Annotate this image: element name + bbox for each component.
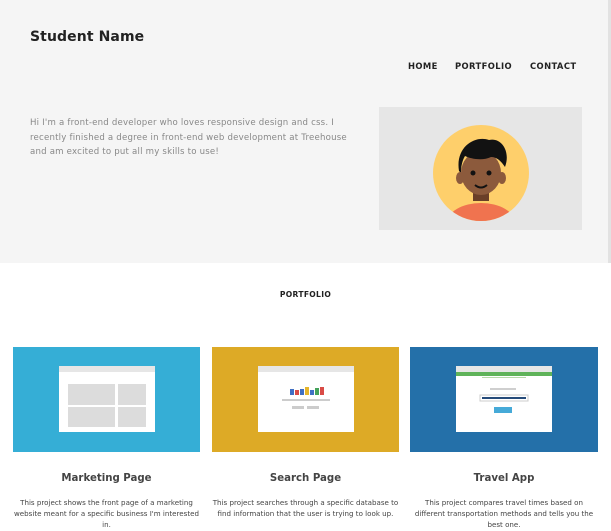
avatar-left-eye bbox=[470, 170, 476, 176]
main-nav: HOME PORTFOLIO CONTACT bbox=[0, 61, 611, 75]
nav-home-link[interactable]: HOME bbox=[408, 61, 438, 71]
site-title: Student Name bbox=[30, 29, 145, 45]
marketing-mockup bbox=[59, 366, 155, 432]
project-thumb-search[interactable] bbox=[212, 347, 399, 452]
project-title-travel[interactable]: Travel App bbox=[410, 473, 598, 484]
intro-text: Hi I'm a front-end developer who loves r… bbox=[30, 118, 347, 157]
project-thumb-travel[interactable] bbox=[410, 347, 598, 452]
project-title-search[interactable]: Search Page bbox=[212, 473, 399, 484]
avatar-right-ear bbox=[498, 172, 506, 184]
project-thumb-marketing[interactable] bbox=[13, 347, 200, 452]
travel-mockup bbox=[456, 366, 552, 432]
avatar-left-ear bbox=[456, 172, 464, 184]
project-desc-search: This project searches through a specific… bbox=[212, 498, 399, 518]
avatar-right-eye bbox=[486, 170, 492, 176]
avatar-box bbox=[379, 107, 582, 230]
project-title-marketing[interactable]: Marketing Page bbox=[13, 473, 200, 484]
nav-contact-link[interactable]: CONTACT bbox=[530, 61, 576, 71]
portfolio-heading: PORTFOLIO bbox=[279, 290, 332, 299]
project-desc-marketing: This project shows the front page of a m… bbox=[13, 498, 200, 529]
search-mockup bbox=[258, 366, 354, 432]
nav-portfolio-link[interactable]: PORTFOLIO bbox=[455, 61, 512, 71]
project-desc-travel: This project compares travel times based… bbox=[414, 498, 594, 529]
avatar-illustration bbox=[433, 125, 529, 221]
